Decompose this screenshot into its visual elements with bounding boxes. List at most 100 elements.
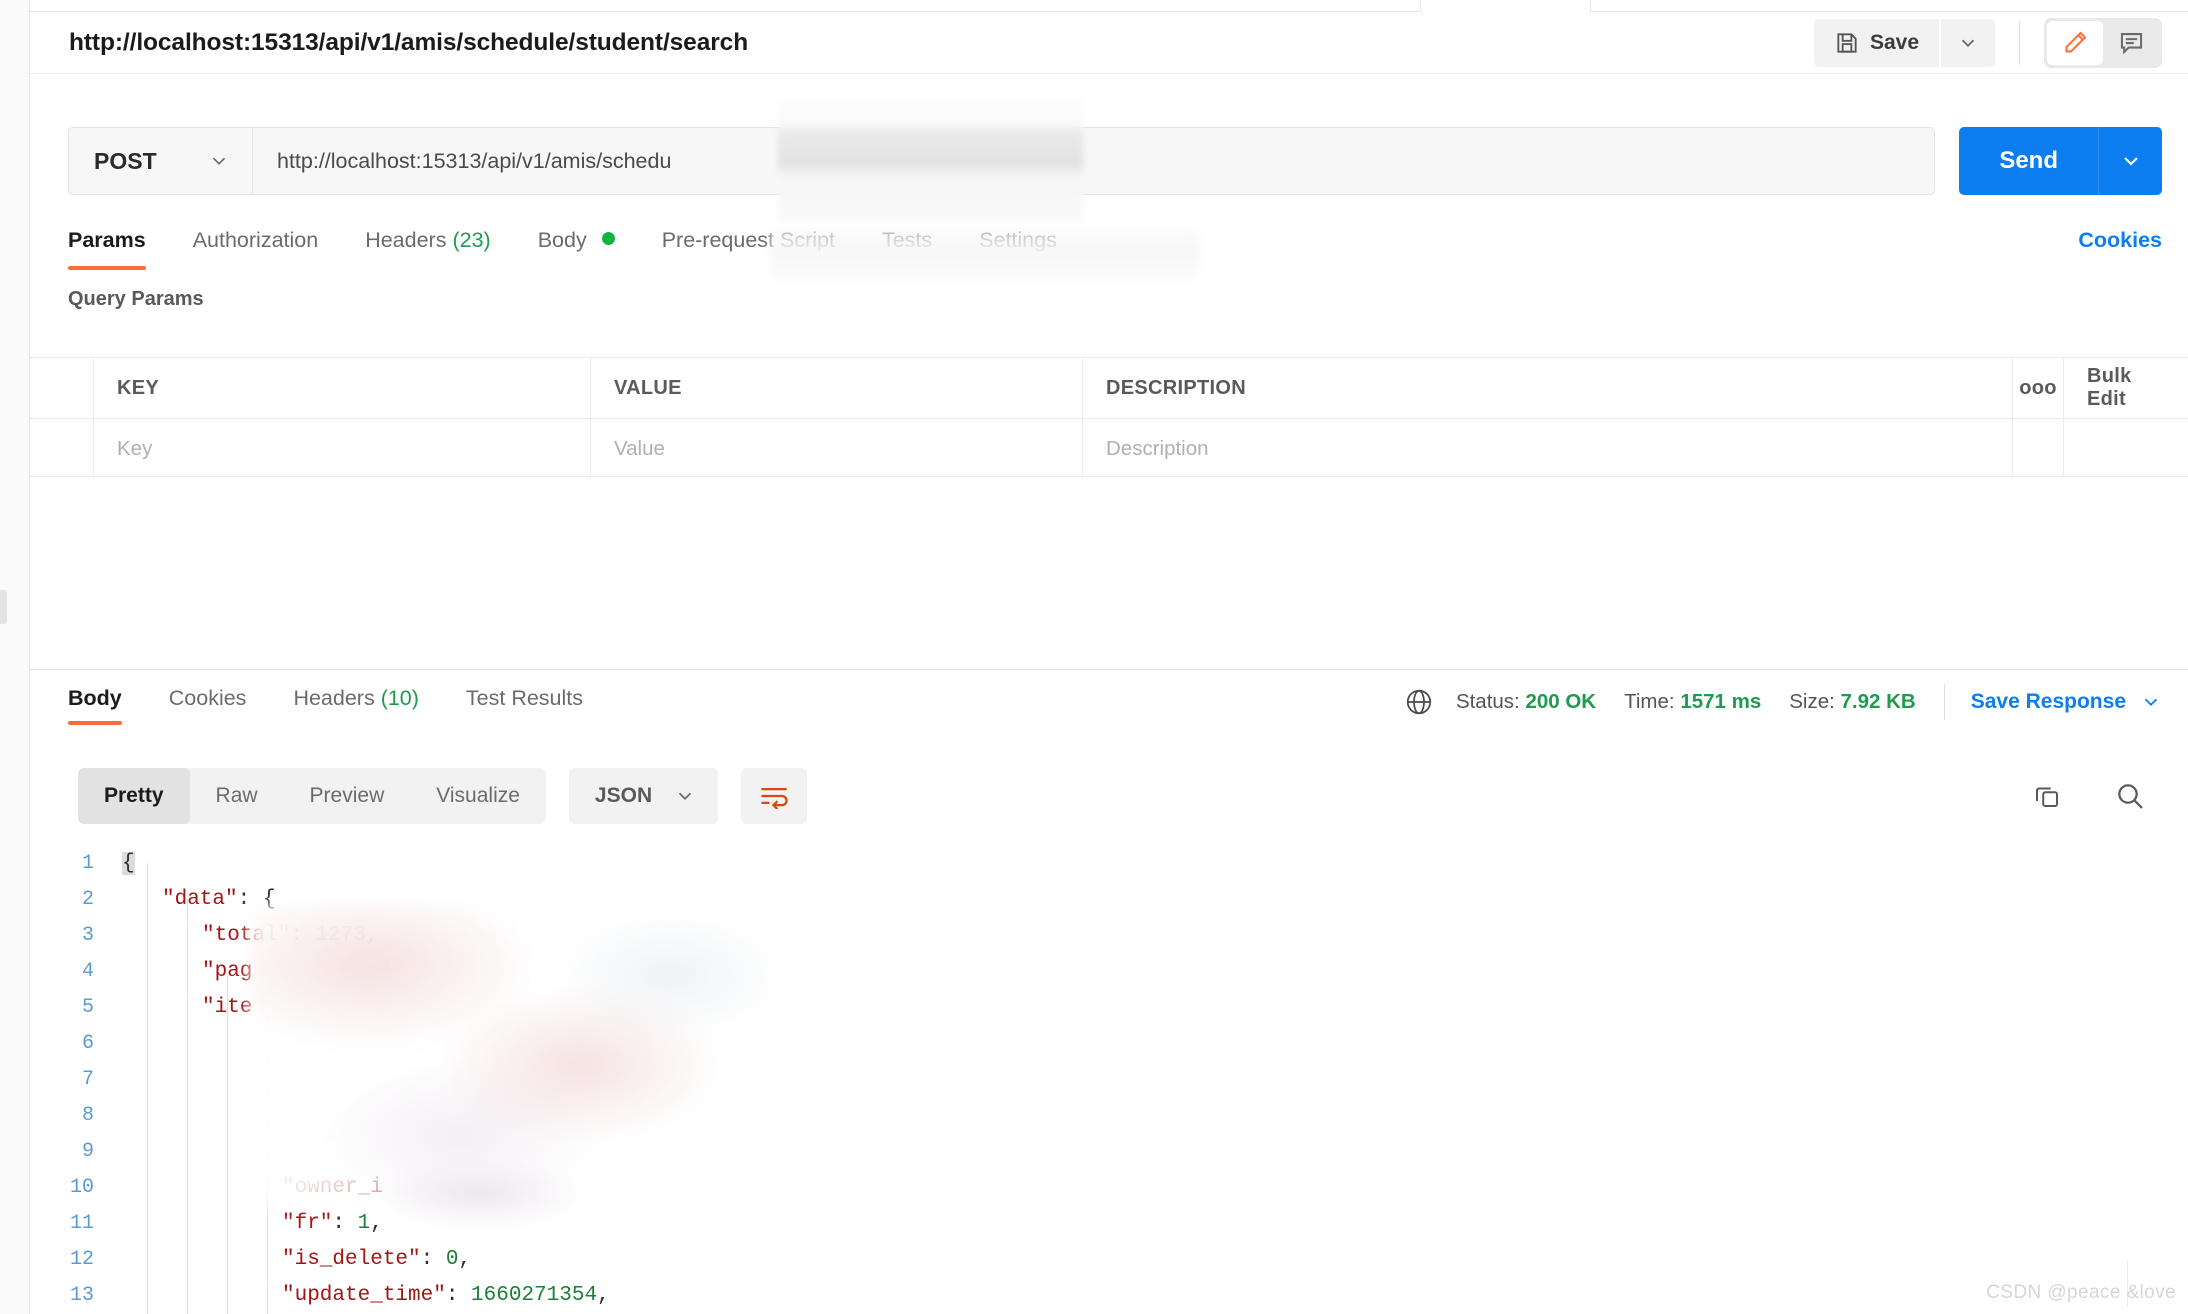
tab-label: Authorization <box>192 228 319 252</box>
search-icon[interactable] <box>2114 780 2146 812</box>
response-view-mode-group: Pretty Raw Preview Visualize <box>78 768 546 824</box>
save-response-button[interactable]: Save Response <box>1971 690 2126 714</box>
request-title-row: http://localhost:15313/api/v1/amis/sched… <box>30 12 2188 74</box>
url-bar-row: POST http://localhost:15313/api/v1/amis/… <box>30 118 2188 204</box>
http-method-label: POST <box>94 147 157 174</box>
tab-label: Body <box>68 686 122 710</box>
chevron-down-icon <box>1961 39 1975 47</box>
line-number: 11 <box>69 1211 94 1235</box>
send-button[interactable]: Send <box>1959 127 2098 195</box>
time-value: 1571 ms <box>1680 690 1762 713</box>
save-options-button[interactable] <box>1941 18 1995 67</box>
line-number: 5 <box>81 995 94 1019</box>
chevron-down-icon[interactable] <box>2140 691 2162 713</box>
param-key-input[interactable]: Key <box>94 419 591 478</box>
sidebar-resize-handle[interactable] <box>0 590 7 624</box>
copy-icon[interactable] <box>2032 781 2062 811</box>
tab-label: Headers <box>365 228 447 252</box>
view-mode-visualize[interactable]: Visualize <box>410 768 546 824</box>
size-value: 7.92 KB <box>1840 690 1916 713</box>
line-number: 4 <box>81 959 94 983</box>
line-number: 8 <box>81 1103 94 1127</box>
tab-label: Test Results <box>465 686 584 710</box>
edit-request-button[interactable] <box>2047 20 2103 65</box>
page-title: http://localhost:15313/api/v1/amis/sched… <box>69 28 749 56</box>
send-options-button[interactable] <box>2098 127 2162 195</box>
word-wrap-icon <box>761 788 788 809</box>
view-mode-pretty[interactable]: Pretty <box>78 768 190 824</box>
table-header-row: KEY VALUE DESCRIPTION ooo Bulk Edit <box>30 358 2188 418</box>
workspace-tab-strip[interactable] <box>30 0 2188 12</box>
view-mode-raw[interactable]: Raw <box>190 768 284 824</box>
code-text: { <box>122 851 135 875</box>
divider <box>1943 684 1945 720</box>
tab-label: Body <box>537 228 587 252</box>
globe-icon <box>1404 687 1434 717</box>
tab-authorization[interactable]: Authorization <box>193 222 319 270</box>
view-mode-group <box>2044 17 2162 68</box>
line-number: 7 <box>81 1067 94 1091</box>
chevron-down-icon <box>678 792 692 800</box>
response-tab-cookies[interactable]: Cookies <box>169 676 247 728</box>
response-toolbar-right <box>2032 780 2146 812</box>
tab-body[interactable]: Body <box>538 222 615 270</box>
response-toolbar: Pretty Raw Preview Visualize JSON <box>30 760 2188 832</box>
code-text: "ite <box>202 995 253 1019</box>
save-button[interactable]: Save <box>1813 18 1939 67</box>
table-row: Key Value Description <box>30 418 2188 478</box>
response-tab-headers[interactable]: Headers (10) <box>293 676 418 728</box>
status-label: Status: <box>1455 690 1520 713</box>
column-header-key: KEY <box>94 358 591 418</box>
headers-count-badge: (23) <box>452 228 491 252</box>
code-text: "pag <box>202 959 253 983</box>
response-tab-body[interactable]: Body <box>68 676 122 725</box>
size-label: Size: <box>1789 690 1835 713</box>
chevron-down-icon <box>212 157 226 165</box>
more-options-button[interactable]: ooo <box>2013 358 2064 418</box>
response-format-select[interactable]: JSON <box>568 768 719 824</box>
status-field: Status: 200 OK <box>1456 690 1596 714</box>
tab-label: Headers <box>293 686 375 710</box>
response-tab-bar: Body Cookies Headers (10) Test Results S… <box>30 676 2188 748</box>
time-field: Time: 1571 ms <box>1624 690 1761 714</box>
watermark: CSDN @peace &love <box>1986 1282 2176 1303</box>
word-wrap-toggle[interactable] <box>741 768 808 824</box>
line-number: 3 <box>81 923 94 947</box>
cookies-link[interactable]: Cookies <box>2078 222 2162 253</box>
comment-icon <box>2120 33 2142 55</box>
response-headers-count-badge: (10) <box>380 686 419 710</box>
response-meta: Status: 200 OK Time: 1571 ms Size: 7.92 … <box>1404 676 2162 720</box>
code-line: 13 "update_time": 1660271354, <box>30 1277 2188 1313</box>
tab-headers[interactable]: Headers (23) <box>365 222 490 270</box>
line-number: 1 <box>81 851 94 875</box>
response-tab-test-results[interactable]: Test Results <box>466 676 583 728</box>
save-button-label: Save <box>1869 30 1919 54</box>
bulk-edit-button[interactable]: Bulk Edit <box>2064 358 2188 418</box>
line-number: 9 <box>81 1139 94 1163</box>
url-input[interactable]: http://localhost:15313/api/v1/amis/sched… <box>252 127 1936 195</box>
floppy-disk-icon <box>1834 30 1860 56</box>
code-line: 1{ <box>30 845 2188 881</box>
line-number: 2 <box>81 887 94 911</box>
row-checkbox-cell[interactable] <box>30 419 94 478</box>
code-text: "update_time": 1660271354, <box>282 1283 610 1307</box>
line-number: 13 <box>69 1283 94 1307</box>
comments-button[interactable] <box>2103 21 2159 65</box>
tab-label: Cookies <box>168 686 247 710</box>
tab-seam <box>1420 0 1421 12</box>
postman-request-view: http://localhost:15313/api/v1/amis/sched… <box>0 0 2188 1314</box>
row-spacer <box>2064 419 2188 478</box>
line-number: 6 <box>81 1031 94 1055</box>
param-description-input[interactable]: Description <box>1083 419 2013 478</box>
body-present-dot-icon <box>601 232 615 245</box>
http-method-select[interactable]: POST <box>68 127 252 195</box>
time-label: Time: <box>1624 690 1675 713</box>
divider <box>2019 20 2020 65</box>
tab-params[interactable]: Params <box>68 222 146 270</box>
param-value-input[interactable]: Value <box>591 419 1083 478</box>
view-mode-preview[interactable]: Preview <box>284 768 411 824</box>
title-actions: Save <box>1813 17 2162 68</box>
size-field: Size: 7.92 KB <box>1789 690 1916 714</box>
tab-label: Params <box>68 228 146 252</box>
code-line: 12 "is_delete": 0, <box>30 1241 2188 1277</box>
